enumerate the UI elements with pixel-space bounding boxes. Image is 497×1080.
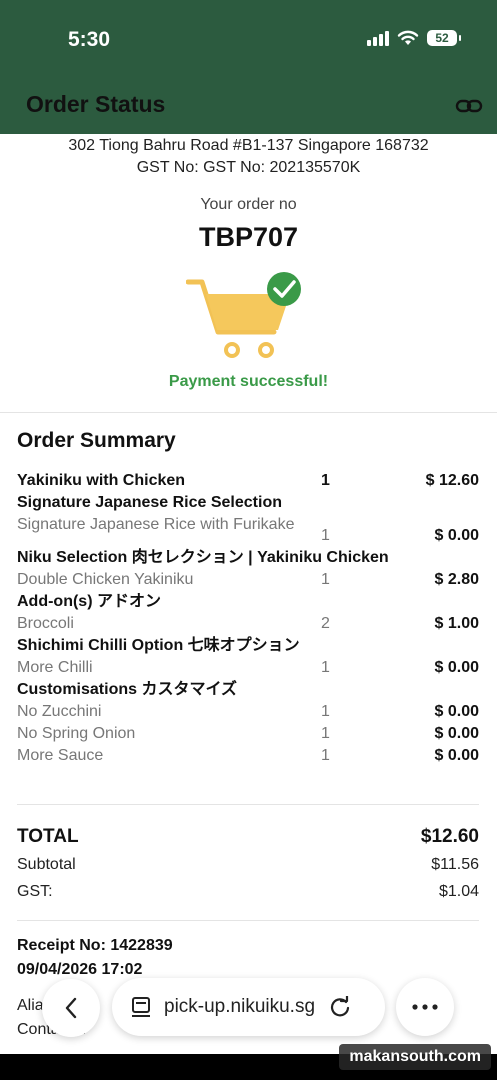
subtotal-label: Subtotal xyxy=(17,856,76,873)
receipt-number: Receipt No: 1422839 xyxy=(17,937,173,954)
app-header: Order Status xyxy=(0,80,497,134)
order-summary-title: Order Summary xyxy=(17,429,176,452)
option-line: More Chilli 1 $ 0.00 xyxy=(17,657,479,679)
item-price: $ 12.60 xyxy=(425,472,479,489)
link-icon[interactable] xyxy=(455,94,483,118)
option-line: More Sauce 1 $ 0.00 xyxy=(17,745,479,767)
chevron-left-icon xyxy=(65,997,77,1019)
order-items: Yakiniku with Chicken 1 $ 12.60 Signatur… xyxy=(17,470,479,767)
url-bar[interactable]: pick-up.nikuiku.sg xyxy=(112,978,385,1036)
gst-label: GST: xyxy=(17,883,53,900)
url-text: pick-up.nikuiku.sg xyxy=(164,996,316,1017)
option-group: Shichimi Chilli Option 七味オプション xyxy=(17,637,300,654)
more-button[interactable] xyxy=(396,978,454,1036)
store-gst: GST No: GST No: 202135570K xyxy=(136,159,361,176)
option-name: No Spring Onion xyxy=(17,725,136,742)
signal-icon xyxy=(367,30,389,46)
payment-status: Payment successful! xyxy=(168,373,329,390)
option-qty: 1 xyxy=(321,725,330,742)
order-number: TBP707 xyxy=(198,222,299,252)
item-name: Yakiniku with Chicken xyxy=(17,472,186,489)
battery-icon: 52 xyxy=(427,30,461,46)
option-line: Signature Japanese Rice with Furikake 1 … xyxy=(17,514,479,547)
cart-success-icon xyxy=(186,272,301,358)
status-bar: 5:30 52 xyxy=(0,0,497,80)
wifi-icon xyxy=(397,30,419,45)
option-group: Add-on(s) アドオン xyxy=(17,593,161,610)
option-price: $ 0.00 xyxy=(434,747,479,764)
option-name: No Zucchini xyxy=(17,703,102,720)
status-time: 5:30 xyxy=(68,28,111,51)
item-qty: 1 xyxy=(321,472,330,489)
option-price: $ 2.80 xyxy=(434,571,479,588)
option-qty: 1 xyxy=(321,747,330,764)
status-icons: 52 xyxy=(367,30,461,46)
watermark: makansouth.com xyxy=(339,1044,491,1070)
option-name: Double Chicken Yakiniku xyxy=(17,571,194,588)
option-line: Double Chicken Yakiniku 1 $ 2.80 xyxy=(17,569,479,591)
receipt-info: Receipt No: 1422839 09/04/2026 17:02 xyxy=(17,934,173,982)
page-icon xyxy=(132,997,150,1017)
page-title: Order Status xyxy=(26,91,166,117)
option-qty: 1 xyxy=(321,703,330,720)
order-content: 302 Tiong Bahru Road #B1-137 Singapore 1… xyxy=(0,134,497,1054)
option-price: $ 0.00 xyxy=(434,659,479,676)
option-line: No Zucchini 1 $ 0.00 xyxy=(17,701,479,723)
browser-toolbar: pick-up.nikuiku.sg xyxy=(0,976,497,1040)
divider xyxy=(17,804,479,805)
option-qty: 2 xyxy=(321,615,330,632)
option-name: Broccoli xyxy=(17,615,74,632)
option-name: More Sauce xyxy=(17,747,104,764)
option-price: $ 0.00 xyxy=(434,527,479,544)
option-qty: 1 xyxy=(321,571,330,588)
option-price: $ 1.00 xyxy=(434,615,479,632)
store-address-line: 302 Tiong Bahru Road #B1-137 Singapore 1… xyxy=(68,137,429,154)
option-qty: 1 xyxy=(321,527,330,544)
store-address: 302 Tiong Bahru Road #B1-137 Singapore 1… xyxy=(0,135,497,179)
option-qty: 1 xyxy=(321,659,330,676)
option-group: Signature Japanese Rice Selection xyxy=(17,494,282,511)
subtotal-value: $11.56 xyxy=(431,856,479,873)
option-name: Signature Japanese Rice with Furikake xyxy=(17,516,295,533)
divider xyxy=(17,920,479,921)
gst-value: $1.04 xyxy=(438,883,479,900)
divider xyxy=(0,412,497,413)
total-row: TOTAL $12.60 xyxy=(17,826,479,856)
option-line: No Spring Onion 1 $ 0.00 xyxy=(17,723,479,745)
option-group: Niku Selection 肉セレクション | Yakiniku Chicke… xyxy=(17,549,389,566)
line-item: Yakiniku with Chicken 1 $ 12.60 xyxy=(17,470,479,492)
option-price: $ 0.00 xyxy=(434,703,479,720)
option-group: Customisations カスタマイズ xyxy=(17,681,237,698)
back-button[interactable] xyxy=(42,979,100,1037)
more-dots-icon xyxy=(412,1004,438,1010)
gst-row: GST: $1.04 xyxy=(17,883,479,910)
total-value: $12.60 xyxy=(420,826,479,847)
order-number-label: Your order no xyxy=(200,196,297,213)
option-name: More Chilli xyxy=(17,659,93,676)
order-totals: TOTAL $12.60 Subtotal $11.56 GST: $1.04 xyxy=(17,826,479,910)
option-price: $ 0.00 xyxy=(434,725,479,742)
subtotal-row: Subtotal $11.56 xyxy=(17,856,479,883)
total-label: TOTAL xyxy=(17,826,79,847)
option-line: Broccoli 2 $ 1.00 xyxy=(17,613,479,635)
reload-icon[interactable] xyxy=(329,996,351,1018)
